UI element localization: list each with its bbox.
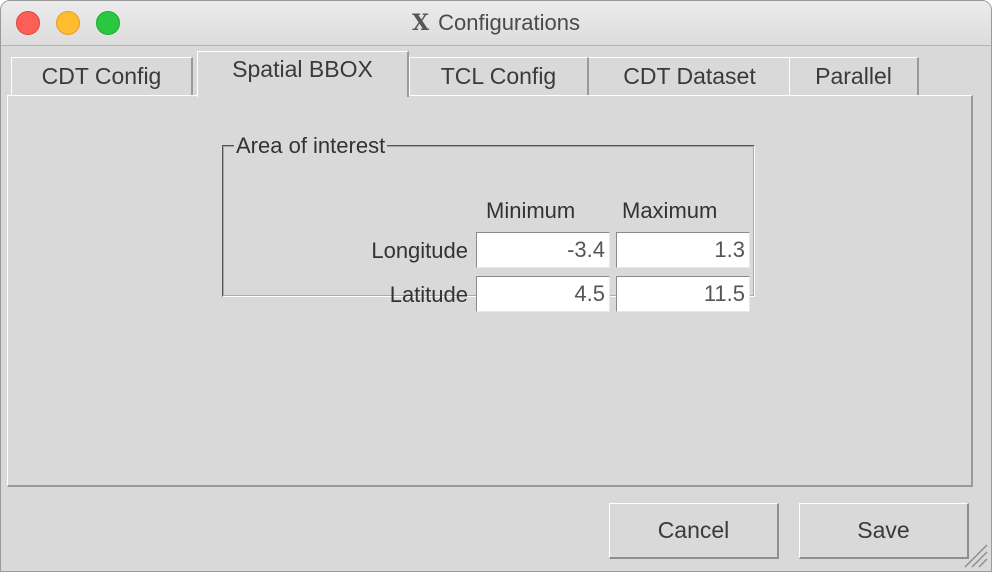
- maximum-column-header: Maximum: [622, 198, 718, 223]
- longitude-max-input[interactable]: [616, 232, 750, 268]
- tab-tcl-config[interactable]: TCL Config: [409, 57, 589, 95]
- tab-label: CDT Dataset: [623, 63, 756, 89]
- cancel-button[interactable]: Cancel: [609, 503, 779, 559]
- tab-content-spatial-bbox: Area of interest Minimum Maximum Longitu…: [7, 95, 973, 487]
- minimum-column-header: Minimum: [486, 198, 576, 223]
- area-of-interest-group: Area of interest Minimum Maximum Longitu…: [222, 133, 755, 312]
- tab-label: TCL Config: [440, 63, 557, 89]
- tab-label: Parallel: [815, 63, 892, 89]
- button-bar: Cancel Save: [1, 489, 991, 571]
- latitude-label: Latitude: [389, 282, 468, 307]
- configurations-window: X Configurations CDT Config CDT Dataset …: [0, 0, 992, 572]
- window-title-group: X Configurations: [1, 1, 991, 45]
- area-of-interest-legend: Area of interest: [236, 133, 386, 158]
- title-bar[interactable]: X Configurations: [1, 1, 991, 46]
- save-button[interactable]: Save: [799, 503, 969, 559]
- tab-label: Spatial BBOX: [232, 56, 373, 82]
- latitude-min-input[interactable]: [476, 276, 610, 312]
- resize-grip-icon[interactable]: [961, 541, 989, 569]
- tab-parallel[interactable]: Parallel: [789, 57, 919, 95]
- latitude-max-input[interactable]: [616, 276, 750, 312]
- tab-label: CDT Config: [41, 63, 162, 89]
- tab-cdt-config[interactable]: CDT Config: [11, 57, 193, 95]
- tab-spatial-bbox[interactable]: Spatial BBOX: [197, 51, 409, 97]
- x11-icon: X: [412, 10, 429, 36]
- tab-cdt-dataset[interactable]: CDT Dataset: [587, 57, 793, 95]
- longitude-min-input[interactable]: [476, 232, 610, 268]
- longitude-label: Longitude: [371, 238, 468, 263]
- window-title: Configurations: [438, 10, 580, 35]
